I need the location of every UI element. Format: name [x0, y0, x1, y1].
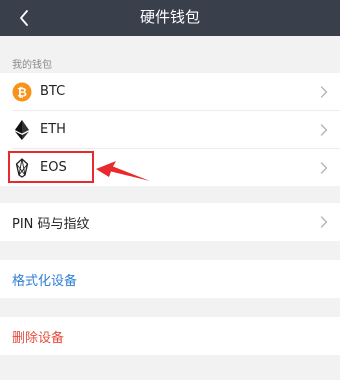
- delete-device-row[interactable]: 删除设备: [0, 317, 340, 355]
- pin-fingerprint-label: PIN 码与指纹: [12, 216, 90, 232]
- wallet-list: ₿ BTC ETH EOS: [0, 73, 340, 186]
- wallet-label-btc: BTC: [40, 84, 66, 99]
- back-button[interactable]: [10, 4, 38, 32]
- chevron-right-icon: [320, 85, 328, 98]
- wallet-item-eth[interactable]: ETH: [0, 111, 340, 148]
- svg-text:₿: ₿: [17, 85, 27, 99]
- chevron-right-icon: [320, 216, 328, 228]
- ethereum-icon: [12, 119, 32, 140]
- wallet-item-eos[interactable]: EOS: [0, 149, 340, 186]
- eos-icon: [12, 157, 32, 178]
- format-device-row[interactable]: 格式化设备: [0, 260, 340, 298]
- top-bar: 硬件钱包: [0, 0, 340, 36]
- pin-fingerprint-row[interactable]: PIN 码与指纹: [0, 203, 340, 241]
- wallet-label-eth: ETH: [40, 122, 66, 137]
- format-device-label: 格式化设备: [12, 273, 78, 289]
- chevron-left-icon: [20, 10, 28, 26]
- page-title: 硬件钱包: [139, 8, 200, 26]
- chevron-right-icon: [320, 161, 328, 174]
- my-wallets-section-label: 我的钱包: [12, 60, 52, 71]
- bitcoin-icon: ₿: [12, 82, 32, 102]
- wallet-label-eos: EOS: [40, 160, 67, 175]
- delete-device-label: 删除设备: [12, 330, 65, 346]
- chevron-right-icon: [320, 123, 328, 136]
- wallet-item-btc[interactable]: ₿ BTC: [0, 73, 340, 110]
